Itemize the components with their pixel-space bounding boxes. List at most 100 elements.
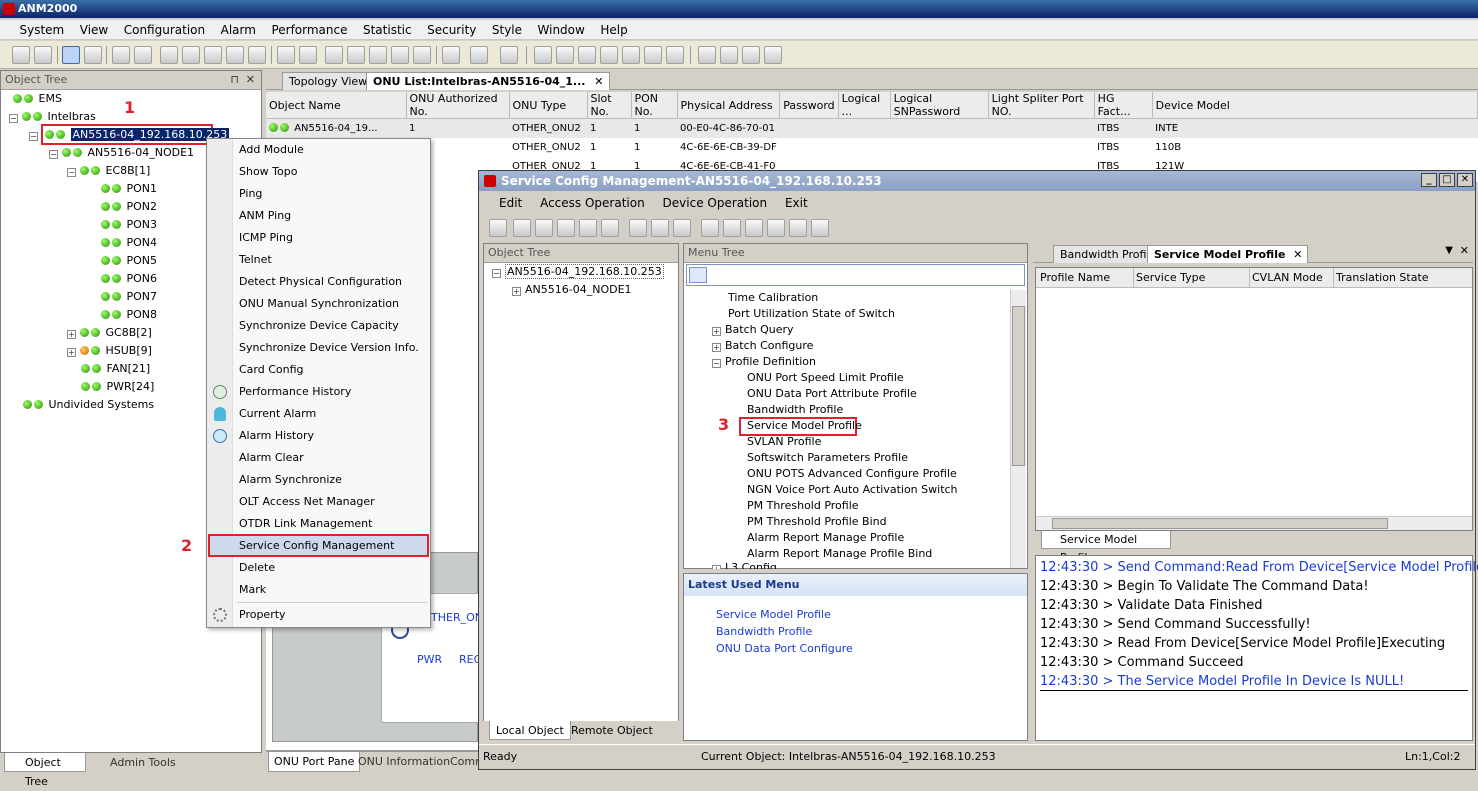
tree-node-node1[interactable]: − AN5516-04_NODE1 — [49, 144, 194, 162]
toolbar-fit-icon[interactable] — [325, 46, 343, 64]
menu-show-topo[interactable]: Show Topo — [239, 162, 297, 182]
menu-tree-scrollbar[interactable] — [1010, 290, 1026, 568]
pin-icon[interactable]: ⊓ — [230, 71, 239, 89]
menu-tree-batch-configure[interactable]: + Batch Configure — [712, 338, 813, 354]
tree-node-pon8[interactable]: PON8 — [101, 306, 157, 324]
dlg-tool-export-icon[interactable] — [811, 219, 829, 237]
menu-tree-l3-config[interactable]: +L3 Config — [712, 560, 777, 569]
dlg-tool-add-icon[interactable] — [579, 219, 597, 237]
dlg-tool-check-icon[interactable] — [489, 219, 507, 237]
dialog-menu-device-operation[interactable]: Device Operation — [663, 196, 768, 210]
toolbar-port-icon[interactable] — [556, 46, 574, 64]
menu-alarm[interactable]: Alarm — [215, 20, 262, 40]
tree-node-fan[interactable]: FAN[21] — [81, 360, 150, 378]
dialog-menu-exit[interactable]: Exit — [785, 196, 808, 210]
menu-ping[interactable]: Ping — [239, 184, 262, 204]
tab-onu-list[interactable]: ONU List:Intelbras-AN5516-04_1... ✕ — [366, 72, 611, 90]
col-service-type[interactable]: Service Type — [1136, 268, 1250, 288]
toolbar-settings-icon[interactable] — [34, 46, 52, 64]
toolbar-back-icon[interactable] — [204, 46, 222, 64]
col-logical[interactable]: Logical ... — [838, 92, 891, 119]
toolbar-delete-icon[interactable] — [600, 46, 618, 64]
tab-topology-view[interactable]: Topology View — [282, 72, 375, 90]
toolbar-screen-icon[interactable] — [84, 46, 102, 64]
menu-property[interactable]: Property — [239, 605, 286, 625]
expand-olt-icon[interactable]: − — [29, 132, 38, 141]
dropdown-arrow-icon[interactable]: ▼ — [1445, 245, 1453, 256]
toolbar-zoom-out-icon[interactable] — [299, 46, 317, 64]
toolbar-search-icon[interactable] — [578, 46, 596, 64]
tree-node-ems[interactable]: EMS — [13, 90, 62, 108]
menu-tree-profile-definition[interactable]: − Profile Definition — [712, 354, 816, 370]
toolbar-page-icon[interactable] — [534, 46, 552, 64]
toolbar-tool-icon[interactable] — [622, 46, 640, 64]
close-tab-icon[interactable]: ✕ — [1293, 246, 1302, 264]
menu-sync-capacity[interactable]: Synchronize Device Capacity — [239, 316, 399, 336]
menu-detect-physical[interactable]: Detect Physical Configuration — [239, 272, 402, 292]
toolbar-check-icon[interactable] — [666, 46, 684, 64]
toolbar-doc-icon[interactable] — [112, 46, 130, 64]
menu-window[interactable]: Window — [532, 20, 591, 40]
tree-node-pon7[interactable]: PON7 — [101, 288, 157, 306]
menu-tree-softswitch[interactable]: Softswitch Parameters Profile — [747, 450, 908, 466]
menu-alarm-clear[interactable]: Alarm Clear — [239, 448, 304, 468]
profile-h-scrollbar[interactable] — [1036, 516, 1472, 530]
menu-tree-batch-query[interactable]: + Batch Query — [712, 322, 794, 338]
toolbar-export-icon[interactable] — [644, 46, 662, 64]
close-icon[interactable]: ✕ — [246, 71, 255, 89]
menu-tree-alarm-report[interactable]: Alarm Report Manage Profile — [747, 530, 904, 546]
tab-object-tree[interactable]: Object Tree — [4, 753, 86, 788]
col-slot[interactable]: Slot No. — [587, 92, 632, 119]
toolbar-history-icon[interactable] — [134, 46, 152, 64]
menu-style[interactable]: Style — [486, 20, 528, 40]
toolbar-help-icon[interactable] — [500, 46, 518, 64]
menu-current-alarm[interactable]: Current Alarm — [239, 404, 316, 424]
tree-node-pon2[interactable]: PON2 — [101, 198, 157, 216]
subtab-service-model-profile[interactable]: Service Model Profile — [1041, 531, 1171, 564]
menu-tree-time-calibration[interactable]: Time Calibration — [728, 290, 818, 306]
minimize-icon[interactable]: _ — [1421, 173, 1437, 187]
menu-alarm-synchronize[interactable]: Alarm Synchronize — [239, 470, 342, 490]
tab-admin-tools[interactable]: Admin Tools — [90, 753, 180, 772]
dlg-tool-copy-icon[interactable] — [745, 219, 763, 237]
toolbar-note-icon[interactable] — [442, 46, 460, 64]
toolbar-alarm-icon[interactable] — [160, 46, 178, 64]
dlg-tool-grid-icon[interactable] — [557, 219, 575, 237]
menu-icmp-ping[interactable]: ICMP Ping — [239, 228, 293, 248]
menu-card-config[interactable]: Card Config — [239, 360, 304, 380]
dlg-tool-network-icon[interactable] — [629, 219, 647, 237]
table-row[interactable]: OTHER_ONU2 1 1 4C-6E-6E-CB-39-DF ITBS 110B — [266, 138, 1478, 157]
dialog-menu-edit[interactable]: Edit — [499, 196, 522, 210]
dialog-menu-access-operation[interactable]: Access Operation — [540, 196, 645, 210]
menu-tree-onu-data-port[interactable]: ONU Data Port Attribute Profile — [747, 386, 917, 402]
latest-service-model-link[interactable]: Service Model Profile — [716, 606, 1027, 623]
menu-tree-onu-port-speed[interactable]: ONU Port Speed Limit Profile — [747, 370, 904, 386]
toolbar-connect-icon[interactable] — [12, 46, 30, 64]
menu-alarm-history[interactable]: Alarm History — [239, 426, 314, 446]
menu-otdr-link[interactable]: OTDR Link Management — [239, 514, 372, 534]
menu-olt-access-net[interactable]: OLT Access Net Manager — [239, 492, 375, 512]
menu-system[interactable]: System — [14, 20, 71, 40]
tree-node-pon3[interactable]: PON3 — [101, 216, 157, 234]
col-profile-name[interactable]: Profile Name — [1040, 268, 1134, 288]
latest-onu-data-port-link[interactable]: ONU Data Port Configure — [716, 640, 1027, 657]
dlg-tool-import-icon[interactable] — [789, 219, 807, 237]
col-light-spliter[interactable]: Light Spliter Port NO. — [988, 92, 1095, 119]
menu-tree-pm-threshold[interactable]: PM Threshold Profile — [747, 498, 859, 514]
close-icon[interactable]: ✕ — [1457, 173, 1473, 187]
col-onu-type[interactable]: ONU Type — [509, 92, 588, 119]
menu-tree-onu-pots[interactable]: ONU POTS Advanced Configure Profile — [747, 466, 957, 482]
toolbar-edit-icon[interactable] — [413, 46, 431, 64]
menu-anm-ping[interactable]: ANM Ping — [239, 206, 291, 226]
dlg-tool-new-icon[interactable] — [723, 219, 741, 237]
menu-tree-service-model-profile[interactable]: Service Model Profile — [747, 418, 862, 434]
toolbar-refresh-icon[interactable] — [182, 46, 200, 64]
tab-onu-information[interactable]: ONU Information — [354, 752, 454, 772]
tree-node-pon5[interactable]: PON5 — [101, 252, 157, 270]
tree-node-pwr[interactable]: PWR[24] — [81, 378, 154, 396]
col-pon[interactable]: PON No. — [631, 92, 678, 119]
col-object-name[interactable]: Object Name — [266, 92, 407, 119]
toolbar-user-icon[interactable] — [391, 46, 409, 64]
menu-mark[interactable]: Mark — [239, 580, 266, 600]
menu-security[interactable]: Security — [421, 20, 482, 40]
